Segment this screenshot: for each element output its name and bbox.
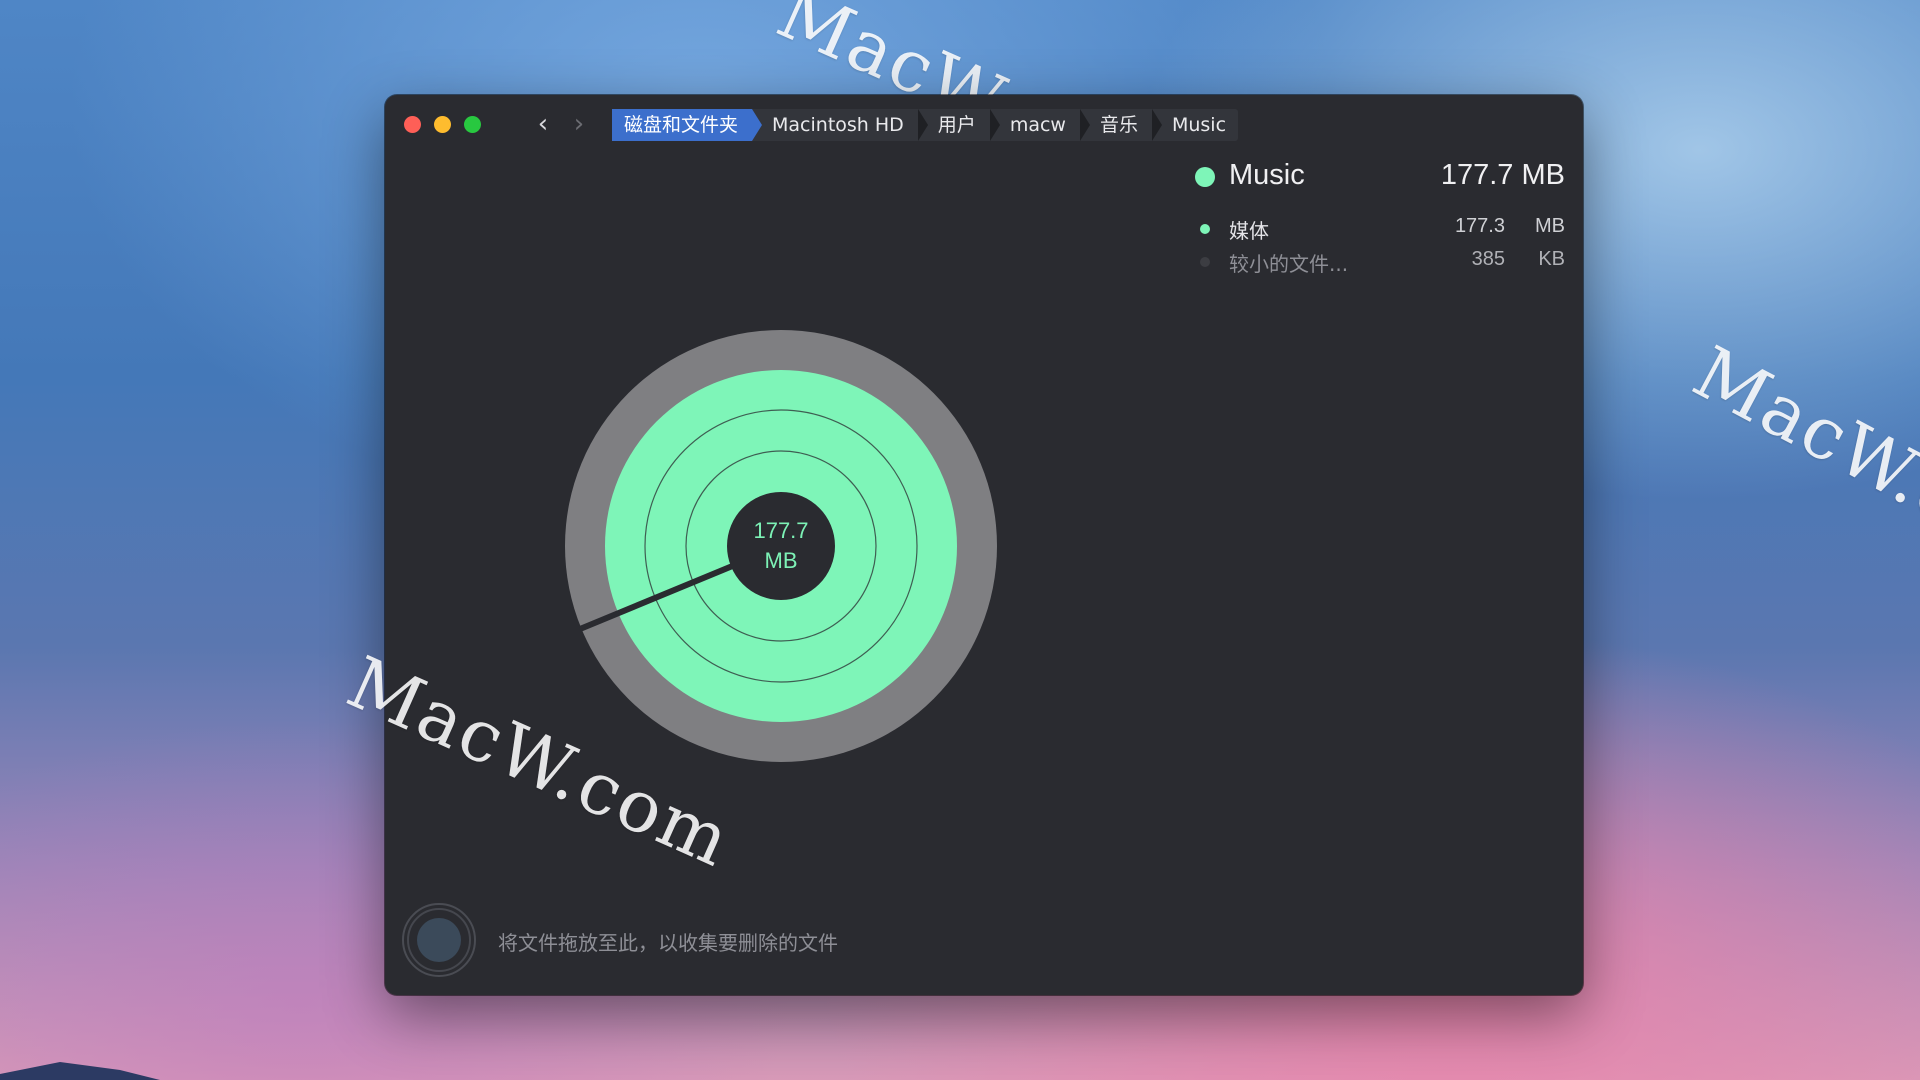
legend-row-label: 媒体 [1229,219,1269,243]
breadcrumb-separator [917,109,928,141]
collector-dropzone[interactable] [401,902,477,978]
center-size-value: 177.7 [753,518,809,543]
center-hole[interactable] [727,492,835,600]
breadcrumb-label: 磁盘和文件夹 [624,114,739,136]
legend-row-size: 177.3 [1454,215,1505,237]
center-size-unit: MB [764,548,798,573]
close-button[interactable] [404,116,421,133]
title-bar: ‹ › 磁盘和文件夹 Macintosh HD 用户 macw 音乐 Music [385,95,1583,153]
watermark-right: MacW.com [1680,330,1920,597]
breadcrumb-music-cn[interactable]: 音乐 [1080,109,1162,141]
breadcrumb-users[interactable]: 用户 [918,109,1000,141]
legend-row-unit: MB [1535,215,1565,237]
folder-color-dot [1195,167,1215,187]
legend-row-smaller-files[interactable]: 较小的文件... 385 KB [1195,244,1565,277]
folder-name: Music [1229,159,1305,191]
folder-size: 177.7 MB [1440,159,1565,191]
breadcrumb: 磁盘和文件夹 Macintosh HD 用户 macw 音乐 Music [612,109,1239,141]
breadcrumb-separator [1151,109,1162,141]
media-color-dot [1200,224,1210,234]
legend-panel: Music 177.7 MB 媒体 177.3 MB 较小的文件... 385 … [1195,157,1565,277]
legend-row-unit: KB [1538,248,1565,270]
forward-button[interactable]: › [566,110,592,138]
breadcrumb-macintosh-hd[interactable]: Macintosh HD [752,109,928,141]
breadcrumb-music[interactable]: Music [1152,109,1238,141]
legend-row-media[interactable]: 媒体 177.3 MB [1195,211,1565,244]
legend-row-label: 较小的文件... [1229,252,1349,276]
dropzone-hint: 将文件拖放至此，以收集要删除的文件 [498,931,838,955]
breadcrumb-label: Music [1171,114,1227,136]
breadcrumb-label: macw [1009,114,1066,136]
zoom-button[interactable] [464,116,481,133]
breadcrumb-disks-folders[interactable]: 磁盘和文件夹 [612,109,763,141]
breadcrumb-separator [989,109,1000,141]
chevron-right-icon: › [573,109,585,139]
back-button[interactable]: ‹ [530,110,556,138]
legend-row-size: 385 [1471,248,1505,270]
breadcrumb-label: Macintosh HD [772,114,904,136]
sunburst-chart[interactable]: 177.7 MB [565,330,997,762]
app-window: ‹ › 磁盘和文件夹 Macintosh HD 用户 macw 音乐 Music… [385,95,1583,995]
chevron-left-icon: ‹ [537,109,549,139]
breadcrumb-label: 音乐 [1099,114,1138,136]
mountain-silhouette [0,1062,160,1080]
minimize-button[interactable] [434,116,451,133]
breadcrumb-separator [1079,109,1090,141]
legend-header[interactable]: Music 177.7 MB [1195,157,1565,197]
smaller-files-color-dot [1200,257,1210,267]
desktop-background: MacW.com MacW.com ‹ › 磁盘和文件夹 Macintosh H… [0,0,1920,1080]
collector-icon [402,903,476,977]
breadcrumb-label: 用户 [937,114,976,136]
breadcrumb-macw[interactable]: macw [990,109,1090,141]
breadcrumb-separator [752,109,763,141]
sunburst-svg [565,330,997,762]
